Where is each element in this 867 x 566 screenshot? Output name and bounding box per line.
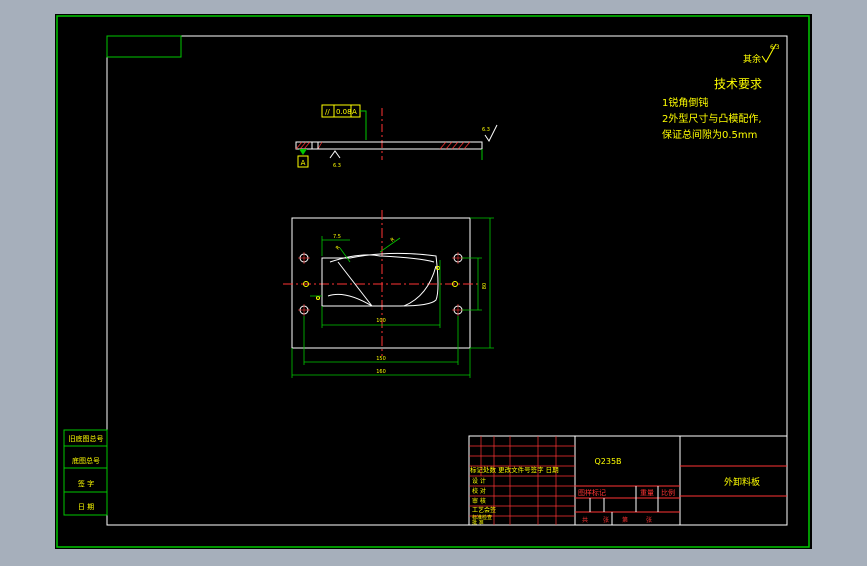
sheets-total-label: 共 [582, 516, 588, 524]
scale-label: 比例 [661, 488, 675, 497]
sheets-total-suffix: 张 [603, 516, 609, 524]
dim-total-width: 160 [376, 369, 386, 375]
revision-header: 标记处数 更改文件号签字 日期 [470, 465, 559, 474]
material-label: Q235B [594, 457, 621, 466]
tech-req-line2: 2外型尺寸与凸模配作, [662, 112, 762, 125]
sheet-no-suffix: 张 [646, 516, 652, 524]
left-col-row4: 日 期 [78, 503, 94, 511]
left-col-row2: 底图总号 [72, 456, 100, 465]
dim-hole-spacing: 150 [376, 356, 386, 362]
drawing-canvas[interactable]: 旧底图总号 底图总号 签 字 日 期 6.3 其余 技术要求 1锐角倒钝 2外型… [0, 0, 867, 562]
tolerance-datum-ref: A [352, 108, 357, 116]
dim-top-small: 7.5 [333, 234, 341, 240]
label-check: 校 对 [472, 487, 486, 495]
model-space [55, 14, 812, 549]
datum-label: A [301, 159, 306, 167]
tech-req-line3: 保证总间隙为0.5mm [662, 128, 757, 141]
label-review: 审 核 [472, 497, 486, 505]
tech-req-line1: 1锐角倒钝 [662, 96, 708, 109]
cad-window: 旧底图总号 底图总号 签 字 日 期 6.3 其余 技术要求 1锐角倒钝 2外型… [0, 0, 867, 562]
tolerance-symbol: // [325, 108, 330, 116]
dim-right-height: 80 [482, 283, 488, 289]
sheet-no-label: 第 [622, 516, 628, 524]
left-col-row3: 签 字 [78, 479, 94, 488]
tolerance-value: 0.08 [336, 108, 352, 116]
tech-req-title: 技术要求 [714, 77, 762, 91]
label-design: 设 计 [472, 477, 486, 485]
left-col-row1: 旧底图总号 [69, 434, 104, 443]
roughness-other-label: 其余 [743, 53, 761, 65]
roughness-bottom-value: 6.3 [333, 163, 341, 169]
weight-label: 重量 [640, 489, 654, 497]
label-process: 工艺会签 [472, 506, 496, 514]
label-approve: 批 准 [472, 519, 484, 526]
part-name: 外卸料板 [724, 476, 760, 488]
dim-inner-width: 100 [376, 318, 386, 324]
roughness-right-value: 6.3 [482, 127, 490, 133]
stage-label: 图样标记 [578, 488, 606, 497]
